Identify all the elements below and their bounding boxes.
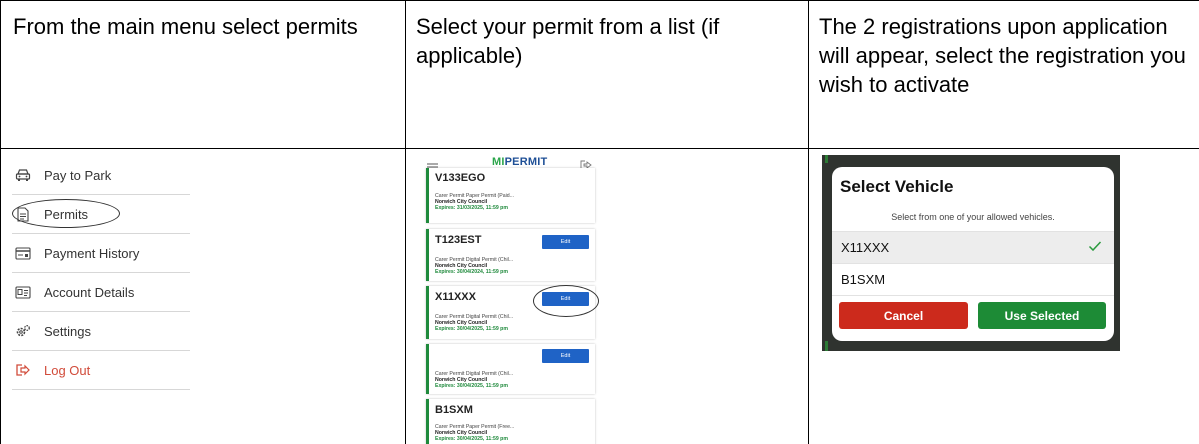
permit-expiry: Expires: 31/03/2025, 11:59 pm <box>435 205 508 211</box>
app-logo: MIPERMIT <box>492 156 547 168</box>
menu-item-log-out[interactable]: Log Out <box>12 351 190 390</box>
edit-button[interactable]: Edit <box>542 235 589 249</box>
highlight-circle <box>533 285 599 317</box>
permit-registration: T123EST <box>435 234 482 246</box>
cancel-button[interactable]: Cancel <box>839 302 968 329</box>
permit-registration: V133EGO <box>435 172 486 184</box>
vehicle-option[interactable]: X11XXX <box>832 232 1114 263</box>
hamburger-menu-icon[interactable] <box>427 158 438 171</box>
vehicle-option[interactable]: B1SXM <box>832 264 1114 295</box>
table-border-left <box>0 0 1 444</box>
modal-subtitle: Select from one of your allowed vehicles… <box>891 212 1055 222</box>
menu-item-label: Log Out <box>44 362 91 378</box>
permit-expiry: Expires: 30/04/2025, 11:59 pm <box>435 383 508 389</box>
permit-expiry: Expires: 30/04/2025, 11:59 pm <box>435 326 508 332</box>
permit-card[interactable]: V133EGO Carer Permit Paper Permit (Paid.… <box>426 168 595 223</box>
edit-button[interactable]: Edit <box>542 349 589 363</box>
id-card-icon <box>15 284 31 300</box>
main-menu: Pay to Park Permits Payment History Acco… <box>12 156 190 390</box>
car-icon <box>15 167 31 183</box>
permit-card[interactable]: B1SXM Carer Permit Paper Permit (Free...… <box>426 399 595 444</box>
menu-item-pay-to-park[interactable]: Pay to Park <box>12 156 190 195</box>
header-cell-1: From the main menu select permits <box>13 14 358 39</box>
vehicle-registration: X11XXX <box>841 240 890 255</box>
vehicle-registration: B1SXM <box>841 272 886 287</box>
permit-expiry: Expires: 30/04/2025, 11:59 pm <box>435 436 508 442</box>
modal-title: Select Vehicle <box>840 177 954 196</box>
menu-item-label: Payment History <box>44 245 140 261</box>
menu-item-permits[interactable]: Permits <box>12 195 190 234</box>
gear-icon <box>15 323 31 339</box>
menu-item-payment-history[interactable]: Payment History <box>12 234 190 273</box>
checkmark-icon <box>1088 239 1102 253</box>
highlight-circle <box>12 199 120 228</box>
permit-expiry: Expires: 30/04/2024, 11:59 pm <box>435 269 508 275</box>
logo-mi: MI <box>492 156 505 168</box>
table-border-top <box>0 0 1199 1</box>
use-selected-button[interactable]: Use Selected <box>978 302 1106 329</box>
table-col-divider-2 <box>808 0 809 444</box>
permit-registration: B1SXM <box>435 404 473 416</box>
select-vehicle-modal: Select Vehicle Select from one of your a… <box>832 167 1114 341</box>
logout-icon <box>15 362 31 378</box>
header-cell-3: The 2 registrations upon application wil… <box>819 14 1186 97</box>
exit-icon[interactable] <box>580 157 592 170</box>
background-card-strip <box>825 155 828 163</box>
background-card-strip <box>825 341 828 351</box>
logo-permit: PERMIT <box>504 156 548 168</box>
menu-item-label: Pay to Park <box>44 167 112 183</box>
menu-item-label: Account Details <box>44 284 135 300</box>
receipt-icon <box>15 245 31 261</box>
table-border-row <box>0 148 1199 149</box>
permit-card[interactable]: Edit Carer Permit Digital Permit (Chil..… <box>426 344 595 394</box>
instruction-table: From the main menu select permits Select… <box>0 0 1199 444</box>
divider <box>832 295 1114 296</box>
menu-item-label: Settings <box>44 323 91 339</box>
header-cell-2: Select your permit from a list (if appli… <box>416 14 720 68</box>
table-col-divider-1 <box>405 0 406 444</box>
permit-registration: X11XXX <box>435 291 476 303</box>
menu-item-account-details[interactable]: Account Details <box>12 273 190 312</box>
permit-card[interactable]: T123EST Edit Carer Permit Digital Permit… <box>426 229 595 281</box>
menu-item-settings[interactable]: Settings <box>12 312 190 351</box>
